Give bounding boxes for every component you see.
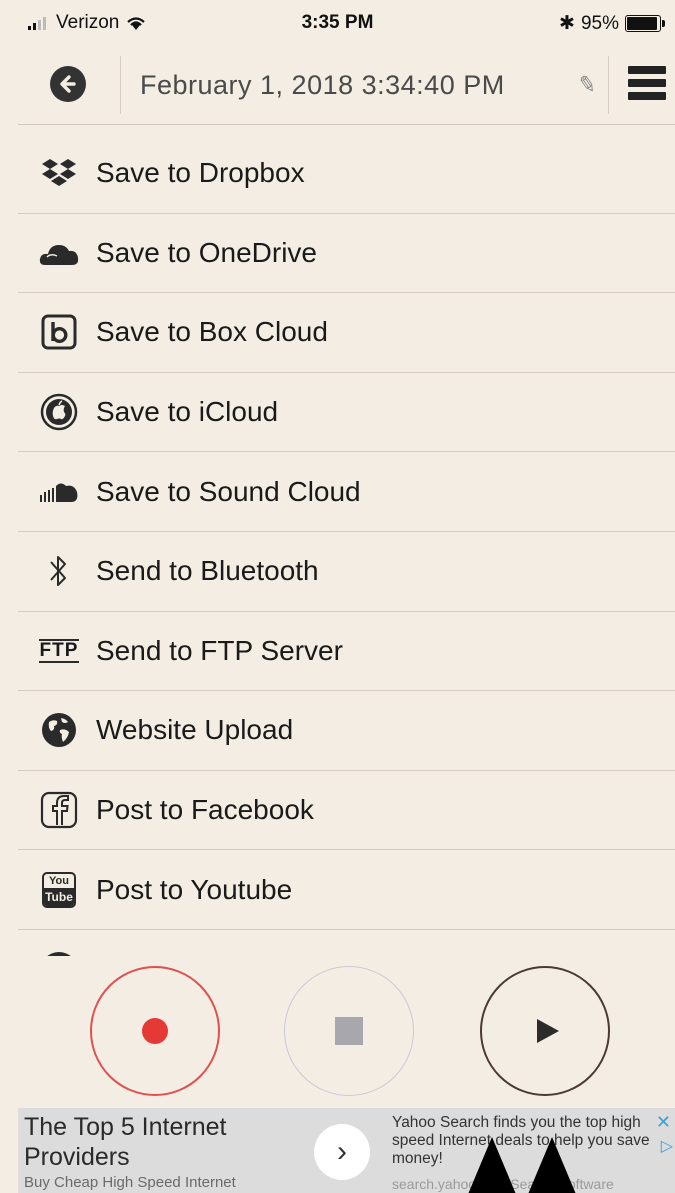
youtube-icon-top: You bbox=[49, 874, 69, 887]
list-item-youtube[interactable]: You Tube Post to Youtube bbox=[18, 850, 675, 930]
nav-divider bbox=[120, 56, 121, 114]
list-item-label: Save to Sound Cloud bbox=[96, 475, 361, 507]
play-button[interactable] bbox=[480, 966, 610, 1096]
youtube-icon-bottom: Tube bbox=[44, 887, 74, 906]
list-item-label: Save to Dropbox bbox=[96, 157, 305, 189]
record-button[interactable] bbox=[90, 966, 220, 1096]
list-item-box[interactable]: Save to Box Cloud bbox=[18, 293, 675, 373]
stop-button[interactable] bbox=[284, 966, 414, 1096]
list-item-label: Send to Bluetooth bbox=[96, 555, 319, 587]
apple-icon bbox=[34, 390, 84, 434]
list-item-label: Post to Youtube bbox=[96, 873, 293, 905]
menu-bar bbox=[628, 92, 666, 100]
list-item-soundcloud[interactable]: Save to Sound Cloud bbox=[18, 452, 675, 532]
back-button[interactable] bbox=[50, 66, 86, 102]
list-item-website[interactable]: Website Upload bbox=[18, 691, 675, 771]
list-item-label: Save to OneDrive bbox=[96, 236, 317, 268]
menu-bar bbox=[628, 66, 666, 74]
list-item-facebook[interactable]: Post to Facebook bbox=[18, 771, 675, 851]
status-bar: Verizon 3:35 PM ✱ 95% bbox=[0, 0, 675, 46]
pencil-icon[interactable]: ✎ bbox=[576, 71, 598, 100]
list-menu-button[interactable] bbox=[628, 66, 666, 102]
ad-banner[interactable]: The Top 5 Internet Providers Buy Cheap H… bbox=[18, 1108, 675, 1193]
stop-icon bbox=[335, 1017, 363, 1045]
pointer-arrow-icon bbox=[466, 1137, 518, 1193]
battery-level bbox=[627, 17, 658, 30]
list-item-label: Save to Box Cloud bbox=[96, 316, 328, 348]
pointer-arrow-icon bbox=[526, 1137, 578, 1193]
list-item-label: Post to Facebook bbox=[96, 794, 314, 826]
play-icon bbox=[537, 1019, 559, 1043]
list-item-icloud[interactable]: Save to iCloud bbox=[18, 373, 675, 453]
ad-subline: Buy Cheap High Speed Internet bbox=[24, 1174, 236, 1191]
bluetooth-status-icon: ✱ bbox=[559, 13, 575, 34]
onedrive-icon bbox=[34, 231, 84, 275]
soundcloud-icon bbox=[34, 470, 84, 514]
list-item-partial[interactable] bbox=[18, 930, 675, 956]
close-icon[interactable]: ✕ bbox=[656, 1112, 671, 1133]
arrow-left-icon bbox=[60, 75, 76, 93]
list-item-onedrive[interactable]: Save to OneDrive bbox=[18, 214, 675, 294]
facebook-icon bbox=[34, 788, 84, 832]
status-right: ✱ 95% bbox=[559, 12, 665, 35]
list-item-label: Send to FTP Server bbox=[96, 634, 343, 666]
ftp-icon: FTP bbox=[34, 629, 84, 673]
record-icon bbox=[142, 1018, 168, 1044]
recording-title[interactable]: February 1, 2018 3:34:40 PM bbox=[140, 70, 505, 101]
nav-bar: February 1, 2018 3:34:40 PM ✎ bbox=[18, 46, 675, 125]
youtube-icon: You Tube bbox=[34, 868, 84, 912]
ad-arrow-button[interactable]: › bbox=[314, 1124, 370, 1180]
ftp-icon-text: FTP bbox=[38, 638, 80, 663]
ad-headline[interactable]: The Top 5 Internet Providers bbox=[24, 1112, 304, 1172]
list-item-bluetooth[interactable]: Send to Bluetooth bbox=[18, 532, 675, 612]
globe-icon bbox=[34, 708, 84, 752]
list-item-label: Save to iCloud bbox=[96, 396, 279, 428]
list-item-dropbox[interactable]: Save to Dropbox bbox=[18, 134, 675, 214]
battery-icon bbox=[625, 15, 665, 32]
list-item-label: Website Upload bbox=[96, 714, 294, 746]
menu-bar bbox=[628, 79, 666, 87]
nav-divider bbox=[608, 56, 609, 114]
box-icon bbox=[34, 310, 84, 354]
bluetooth-icon bbox=[34, 549, 84, 593]
battery-percent: 95% bbox=[580, 12, 619, 34]
adchoices-icon[interactable]: ▷ bbox=[661, 1136, 673, 1156]
dropbox-icon bbox=[34, 151, 84, 195]
playback-controls bbox=[18, 956, 675, 1108]
list-item-ftp[interactable]: FTP Send to FTP Server bbox=[18, 612, 675, 692]
share-list: Save to Dropbox Save to OneDrive Save to… bbox=[18, 134, 675, 956]
